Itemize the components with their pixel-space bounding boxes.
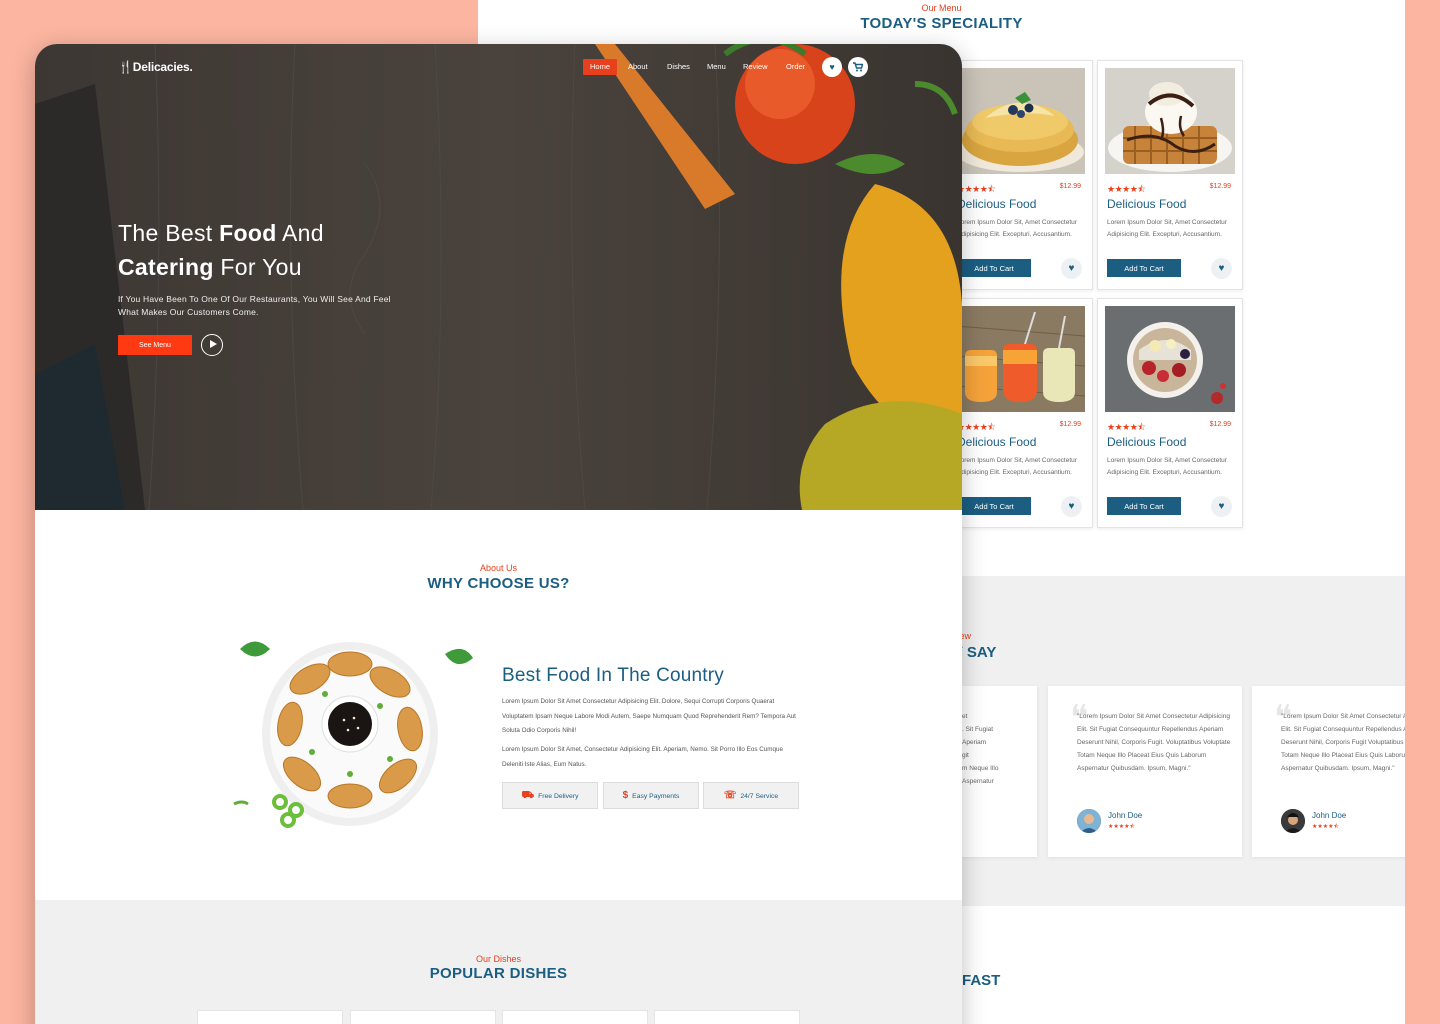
pancakes-photo bbox=[955, 68, 1085, 174]
add-to-cart-button[interactable]: Add To Cart bbox=[1107, 497, 1181, 515]
dishes-title: POPULAR DISHES bbox=[429, 965, 568, 982]
card-title: Delicious Food bbox=[1107, 435, 1187, 449]
review-card: ❝ "Lorem Ipsum Dolor Sit Amet Consectetu… bbox=[1048, 686, 1242, 857]
about-paragraph-1: Lorem Ipsum Dolor Sit Amet Consectetur A… bbox=[502, 698, 796, 734]
add-to-cart-button[interactable]: Add To Cart bbox=[957, 259, 1031, 277]
reviewer-name: John Doe bbox=[1312, 811, 1347, 820]
about-title: WHY CHOOSE US? bbox=[427, 575, 570, 592]
hero-text: And bbox=[276, 220, 324, 246]
price: $12.99 bbox=[1209, 421, 1231, 428]
dumplings-image bbox=[233, 641, 473, 828]
dollar-icon: $ bbox=[622, 790, 629, 801]
dishes-header: Our Dishes POPULAR DISHES bbox=[35, 954, 962, 982]
dishes-section: Our Dishes POPULAR DISHES bbox=[35, 900, 962, 1024]
about-heading: Best Food In The Country bbox=[502, 665, 725, 686]
price: $12.99 bbox=[1059, 183, 1081, 190]
review-card: ❝ "Lorem Ipsum Dolor Sit Amet Consectetu… bbox=[1252, 686, 1405, 857]
fast-section-title: FAST bbox=[962, 972, 1001, 989]
feature-24-7-service: ☏ 24/7 Service bbox=[703, 782, 799, 809]
truck-icon: ⛟ bbox=[521, 790, 535, 801]
add-to-cart-button[interactable]: Add To Cart bbox=[957, 497, 1031, 515]
cart-icon[interactable] bbox=[848, 57, 868, 77]
about-header: About Us WHY CHOOSE US? bbox=[35, 563, 962, 592]
speciality-card: ★★★★⯪ $12.99 Delicious Food Lorem Ipsum … bbox=[947, 60, 1093, 290]
brand-name: Delicacies. bbox=[132, 60, 193, 74]
speciality-card: ★★★★⯪ $12.99 Delicious Food Lorem Ipsum … bbox=[1097, 60, 1243, 290]
nav-order[interactable]: Order bbox=[786, 59, 805, 75]
nav-about[interactable]: About bbox=[628, 59, 648, 75]
dish-card bbox=[350, 1010, 496, 1024]
card-title: Delicious Food bbox=[1107, 197, 1187, 211]
juices-photo bbox=[955, 306, 1085, 412]
hero-heading: The Best Food And Catering For You bbox=[118, 216, 324, 284]
feature-easy-payments: $ Easy Payments bbox=[603, 782, 699, 809]
heart-icon[interactable]: ♥ bbox=[1061, 258, 1082, 279]
rating-stars: ★★★★⯪ bbox=[1312, 824, 1340, 830]
play-icon[interactable] bbox=[201, 334, 223, 356]
feature-label: 24/7 Service bbox=[740, 793, 779, 800]
avatar bbox=[1077, 809, 1101, 833]
about-paragraph-2: Lorem Ipsum Dolor Sit Amet, Consectetur … bbox=[502, 746, 784, 768]
review-text: "Lorem Ipsum Dolor Sit Amet Consectetur … bbox=[1281, 713, 1405, 772]
card-title: Delicious Food bbox=[957, 435, 1037, 449]
speciality-card: ★★★★⯪ $12.99 Delicious Food Lorem Ipsum … bbox=[1097, 298, 1243, 528]
feature-label: Easy Payments bbox=[632, 793, 680, 800]
brand-logo[interactable]: 🍴Delicacies. bbox=[118, 60, 193, 74]
price: $12.99 bbox=[1209, 183, 1231, 190]
reviewer-name: John Doe bbox=[1108, 811, 1143, 820]
dishes-subtitle: Our Dishes bbox=[475, 954, 521, 964]
feature-free-delivery: ⛟ Free Delivery bbox=[502, 782, 598, 809]
price: $12.99 bbox=[1059, 421, 1081, 428]
hero-text-bold: Catering bbox=[118, 254, 214, 280]
nav-review[interactable]: Review bbox=[743, 59, 768, 75]
hero-paragraph: If You Have Been To One Of Our Restauran… bbox=[118, 294, 391, 317]
card-title: Delicious Food bbox=[957, 197, 1037, 211]
card-description: Lorem Ipsum Dolor Sit, Amet Consectetur … bbox=[1107, 457, 1227, 476]
card-description: Lorem Ipsum Dolor Sit, Amet Consectetur … bbox=[1107, 219, 1227, 238]
speciality-card: ★★★★⯪ $12.99 Delicious Food Lorem Ipsum … bbox=[947, 298, 1093, 528]
nav-menu[interactable]: Menu bbox=[707, 59, 726, 75]
headset-icon: ☏ bbox=[723, 790, 737, 801]
fork-knife-icon: 🍴 bbox=[118, 60, 133, 74]
card-description: Lorem Ipsum Dolor Sit, Amet Consectetur … bbox=[957, 219, 1077, 238]
rating-stars: ★★★★⯪ bbox=[1107, 184, 1146, 194]
hero-section: 🍴Delicacies. Home About Dishes Menu Revi… bbox=[35, 44, 962, 510]
rating-stars: ★★★★⯪ bbox=[1108, 824, 1136, 830]
fruit-bowl-photo bbox=[1105, 306, 1235, 412]
dish-card bbox=[197, 1010, 343, 1024]
add-to-cart-button[interactable]: Add To Cart bbox=[1107, 259, 1181, 277]
speciality-header: Our Menu TODAY'S SPECIALITY bbox=[478, 3, 1405, 32]
dish-card bbox=[654, 1010, 800, 1024]
rating-stars: ★★★★⯪ bbox=[957, 422, 996, 432]
nav-dishes[interactable]: Dishes bbox=[667, 59, 690, 75]
card-description: Lorem Ipsum Dolor Sit, Amet Consectetur … bbox=[957, 457, 1077, 476]
dish-card bbox=[502, 1010, 648, 1024]
speciality-title: TODAY'S SPECIALITY bbox=[860, 15, 1023, 32]
hero-text: The Best bbox=[118, 220, 220, 246]
front-page-preview: 🍴Delicacies. Home About Dishes Menu Revi… bbox=[35, 44, 962, 1024]
waffle-photo bbox=[1105, 68, 1235, 174]
speciality-subtitle: Our Menu bbox=[921, 3, 962, 13]
about-subtitle: About Us bbox=[479, 563, 518, 573]
hero-text: For You bbox=[213, 254, 302, 280]
review-text: "Lorem Ipsum Dolor Sit Amet Consectetur … bbox=[1077, 713, 1231, 772]
heart-icon[interactable]: ♥ bbox=[1211, 496, 1232, 517]
hero-text-bold: Food bbox=[219, 220, 277, 246]
rating-stars: ★★★★⯪ bbox=[1107, 422, 1146, 432]
heart-icon[interactable]: ♥ bbox=[822, 57, 842, 77]
avatar bbox=[1281, 809, 1305, 833]
heart-icon[interactable]: ♥ bbox=[1061, 496, 1082, 517]
see-menu-button[interactable]: See Menu bbox=[118, 335, 192, 355]
nav-home[interactable]: Home bbox=[583, 59, 618, 75]
heart-icon[interactable]: ♥ bbox=[1211, 258, 1232, 279]
feature-label: Free Delivery bbox=[538, 793, 579, 800]
rating-stars: ★★★★⯪ bbox=[957, 184, 996, 194]
